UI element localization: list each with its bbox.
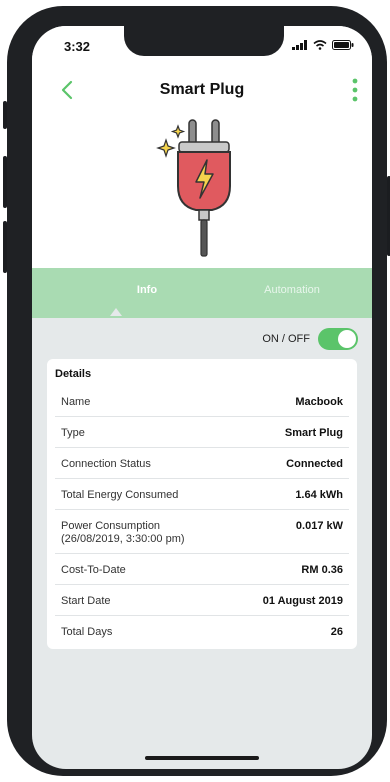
header: Smart Plug: [32, 70, 372, 268]
notch: [124, 26, 284, 56]
tab-info[interactable]: Info: [92, 268, 202, 318]
detail-row-total-energy: Total Energy Consumed 1.64 kWh: [55, 479, 349, 510]
toggle-knob: [338, 330, 356, 348]
detail-label: Name: [61, 396, 91, 408]
detail-value: Macbook: [295, 396, 343, 408]
battery-icon: [332, 40, 354, 50]
detail-value: 01 August 2019: [262, 595, 343, 607]
active-tab-indicator: [110, 308, 122, 316]
signal-icon: [292, 40, 307, 50]
app-screen: 3:32 Smart Plug Info Automation ON / OFF…: [32, 26, 372, 769]
detail-label: Cost-To-Date: [61, 564, 126, 576]
status-icons: [292, 40, 354, 50]
detail-row-type: Type Smart Plug: [55, 417, 349, 448]
detail-row-cost-to-date: Cost-To-Date RM 0.36: [55, 554, 349, 585]
phone-frame: 3:32 Smart Plug Info Automation ON / OFF…: [3, 6, 390, 776]
detail-value: 1.64 kWh: [295, 489, 343, 501]
page-title: Smart Plug: [159, 81, 245, 98]
details-list: Name Macbook Type Smart Plug Connection …: [55, 386, 349, 646]
volume-down-button: [3, 221, 7, 273]
detail-row-total-days: Total Days 26: [55, 616, 349, 646]
detail-value: 26: [330, 626, 343, 638]
more-vertical-icon[interactable]: [348, 76, 362, 104]
detail-row-name: Name Macbook: [55, 386, 349, 417]
detail-value: Connected: [286, 458, 343, 470]
detail-row-start-date: Start Date 01 August 2019: [55, 585, 349, 616]
power-toggle-label: ON / OFF: [262, 333, 310, 345]
detail-label: Total Energy Consumed: [61, 489, 179, 501]
detail-value: Smart Plug: [284, 427, 343, 439]
detail-row-connection-status: Connection Status Connected: [55, 448, 349, 479]
detail-row-power-consumption: Power Consumption (26/08/2019, 3:30:00 p…: [55, 510, 349, 554]
detail-label: Total Days: [61, 626, 113, 638]
detail-value: RM 0.36: [301, 564, 343, 576]
detail-label: Start Date: [61, 595, 111, 607]
tab-automation[interactable]: Automation: [227, 268, 357, 318]
details-title: Details: [55, 368, 92, 380]
smart-plug-icon: [156, 119, 231, 257]
volume-up-button: [3, 156, 7, 208]
power-toggle[interactable]: [318, 328, 358, 350]
power-toggle-row: ON / OFF: [262, 328, 358, 350]
detail-value: 0.017 kW: [295, 520, 343, 532]
detail-label: Power Consumption (26/08/2019, 3:30:00 p…: [61, 520, 185, 545]
wifi-icon: [313, 40, 327, 50]
status-time: 3:32: [64, 39, 91, 54]
tab-bar: Info Automation: [32, 268, 372, 318]
mute-switch: [3, 101, 7, 129]
home-indicator[interactable]: [145, 756, 259, 760]
detail-label: Connection Status: [61, 458, 151, 470]
details-card: Details Name Macbook Type Smart Plug Con…: [47, 359, 357, 649]
detail-label: Type: [61, 427, 85, 439]
